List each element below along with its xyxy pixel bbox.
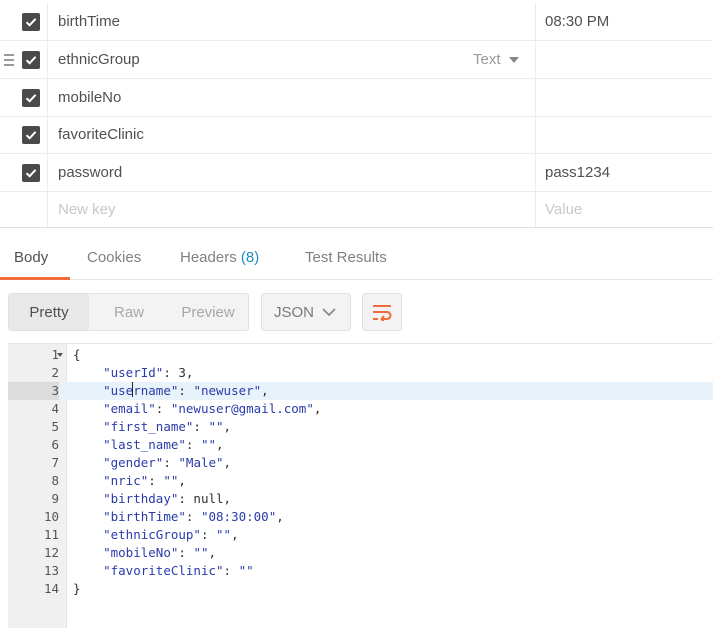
code-text: "birthday": null,	[103, 491, 232, 506]
line-number: 2	[51, 365, 59, 380]
checkmark-icon	[25, 56, 37, 65]
view-mode-toggle: Pretty Raw Preview	[8, 293, 249, 331]
param-checkbox[interactable]	[22, 126, 40, 144]
code-line[interactable]: 2 "userId": 3,	[8, 364, 713, 382]
line-number: 11	[43, 527, 59, 542]
tab-body-label: Body	[14, 249, 49, 266]
tab-cookies[interactable]: Cookies	[87, 234, 141, 279]
tab-body[interactable]: Body	[0, 234, 70, 280]
new-value-input[interactable]: Value	[545, 191, 582, 229]
param-key[interactable]: birthTime	[58, 3, 120, 41]
code-line[interactable]: 11 "ethnicGroup": "",	[8, 526, 713, 544]
raw-button[interactable]: Raw	[90, 294, 168, 330]
param-row-new: New key Value	[0, 191, 713, 229]
new-key-input[interactable]: New key	[58, 191, 116, 229]
code-line[interactable]: 9 "birthday": null,	[8, 490, 713, 508]
line-number: 10	[43, 509, 59, 524]
line-number: 4	[51, 401, 59, 416]
code-line[interactable]: 4 "email": "newuser@gmail.com",	[8, 400, 713, 418]
param-value[interactable]: 08:30 PM	[545, 3, 609, 41]
param-row: password pass1234	[0, 154, 713, 192]
param-row: favoriteClinic	[0, 116, 713, 154]
param-row: ethnicGroup Text	[0, 41, 713, 79]
line-number: 9	[51, 491, 59, 506]
code-text: "email": "newuser@gmail.com",	[103, 401, 322, 416]
param-row: birthTime 08:30 PM	[0, 3, 713, 41]
tab-headers[interactable]: Headers (8)	[180, 234, 259, 279]
code-line[interactable]: 12 "mobileNo": "",	[8, 544, 713, 562]
line-number: 14	[43, 581, 59, 596]
code-text: "username": "newuser",	[103, 382, 269, 398]
drag-handle-icon[interactable]	[4, 54, 14, 66]
code-text: "userId": 3,	[103, 365, 194, 380]
code-text: {	[73, 347, 81, 362]
param-key[interactable]: ethnicGroup	[58, 41, 140, 79]
format-select[interactable]: JSON	[261, 293, 351, 331]
param-type-label: Text	[473, 51, 501, 68]
fold-arrow-icon[interactable]	[57, 353, 63, 357]
checkmark-icon	[25, 131, 37, 140]
param-key[interactable]: password	[58, 154, 122, 192]
code-line[interactable]: 13 "favoriteClinic": ""	[8, 562, 713, 580]
caret-down-icon	[508, 57, 519, 64]
line-number: 7	[51, 455, 59, 470]
wrap-lines-button[interactable]	[362, 293, 402, 331]
code-line[interactable]: 6 "last_name": "",	[8, 436, 713, 454]
tab-headers-label: Headers	[180, 249, 237, 266]
param-key[interactable]: mobileNo	[58, 79, 121, 117]
code-text: "gender": "Male",	[103, 455, 232, 470]
code-text: "first_name": "",	[103, 419, 232, 434]
line-number: 13	[43, 563, 59, 578]
code-text: "nric": "",	[103, 473, 186, 488]
headers-count-badge: (8)	[240, 249, 260, 266]
line-number: 8	[51, 473, 59, 488]
code-line[interactable]: 8 "nric": "",	[8, 472, 713, 490]
params-table: birthTime 08:30 PM ethnicGroup Text mobi…	[0, 0, 713, 229]
code-text: "mobileNo": "",	[103, 545, 217, 560]
format-select-label: JSON	[274, 304, 315, 321]
code-line[interactable]: 14}	[8, 580, 713, 598]
code-line[interactable]: 7 "gender": "Male",	[8, 454, 713, 472]
line-number: 1	[51, 347, 59, 362]
code-line[interactable]: 1{	[8, 346, 713, 364]
param-key[interactable]: favoriteClinic	[58, 116, 144, 154]
wrap-lines-icon	[373, 305, 392, 321]
preview-button[interactable]: Preview	[168, 294, 248, 330]
tab-active-indicator	[0, 277, 70, 280]
checkmark-icon	[25, 169, 37, 178]
param-type-dropdown[interactable]: Text	[473, 41, 519, 79]
param-row: mobileNo	[0, 79, 713, 117]
code-line[interactable]: 5 "first_name": "",	[8, 418, 713, 436]
response-body-editor[interactable]: 1{2 "userId": 3, 3 "username": "newuser",…	[8, 343, 713, 628]
code-line[interactable]: 3 "username": "newuser",	[8, 382, 713, 400]
line-number: 6	[51, 437, 59, 452]
line-number: 5	[51, 419, 59, 434]
code-text: "ethnicGroup": "",	[103, 527, 239, 542]
checkmark-icon	[25, 18, 37, 27]
code-text: "birthTime": "08:30:00",	[103, 509, 284, 524]
code-text: "favoriteClinic": ""	[103, 563, 254, 578]
response-tabs: Body Cookies Headers (8) Test Results	[0, 234, 713, 280]
tab-test-results-label: Test Results	[305, 249, 387, 266]
param-checkbox[interactable]	[22, 51, 40, 69]
param-value[interactable]: pass1234	[545, 154, 610, 192]
line-number: 12	[43, 545, 59, 560]
checkmark-icon	[25, 94, 37, 103]
line-number: 3	[8, 382, 59, 400]
code-text: "last_name": "",	[103, 437, 224, 452]
param-checkbox[interactable]	[22, 13, 40, 31]
code-line[interactable]: 10 "birthTime": "08:30:00",	[8, 508, 713, 526]
code-text: }	[73, 581, 81, 596]
param-checkbox[interactable]	[22, 164, 40, 182]
tab-cookies-label: Cookies	[87, 249, 142, 266]
tab-test-results[interactable]: Test Results	[305, 234, 387, 279]
chevron-down-icon	[322, 308, 336, 317]
pretty-button[interactable]: Pretty	[9, 294, 89, 330]
param-checkbox[interactable]	[22, 89, 40, 107]
